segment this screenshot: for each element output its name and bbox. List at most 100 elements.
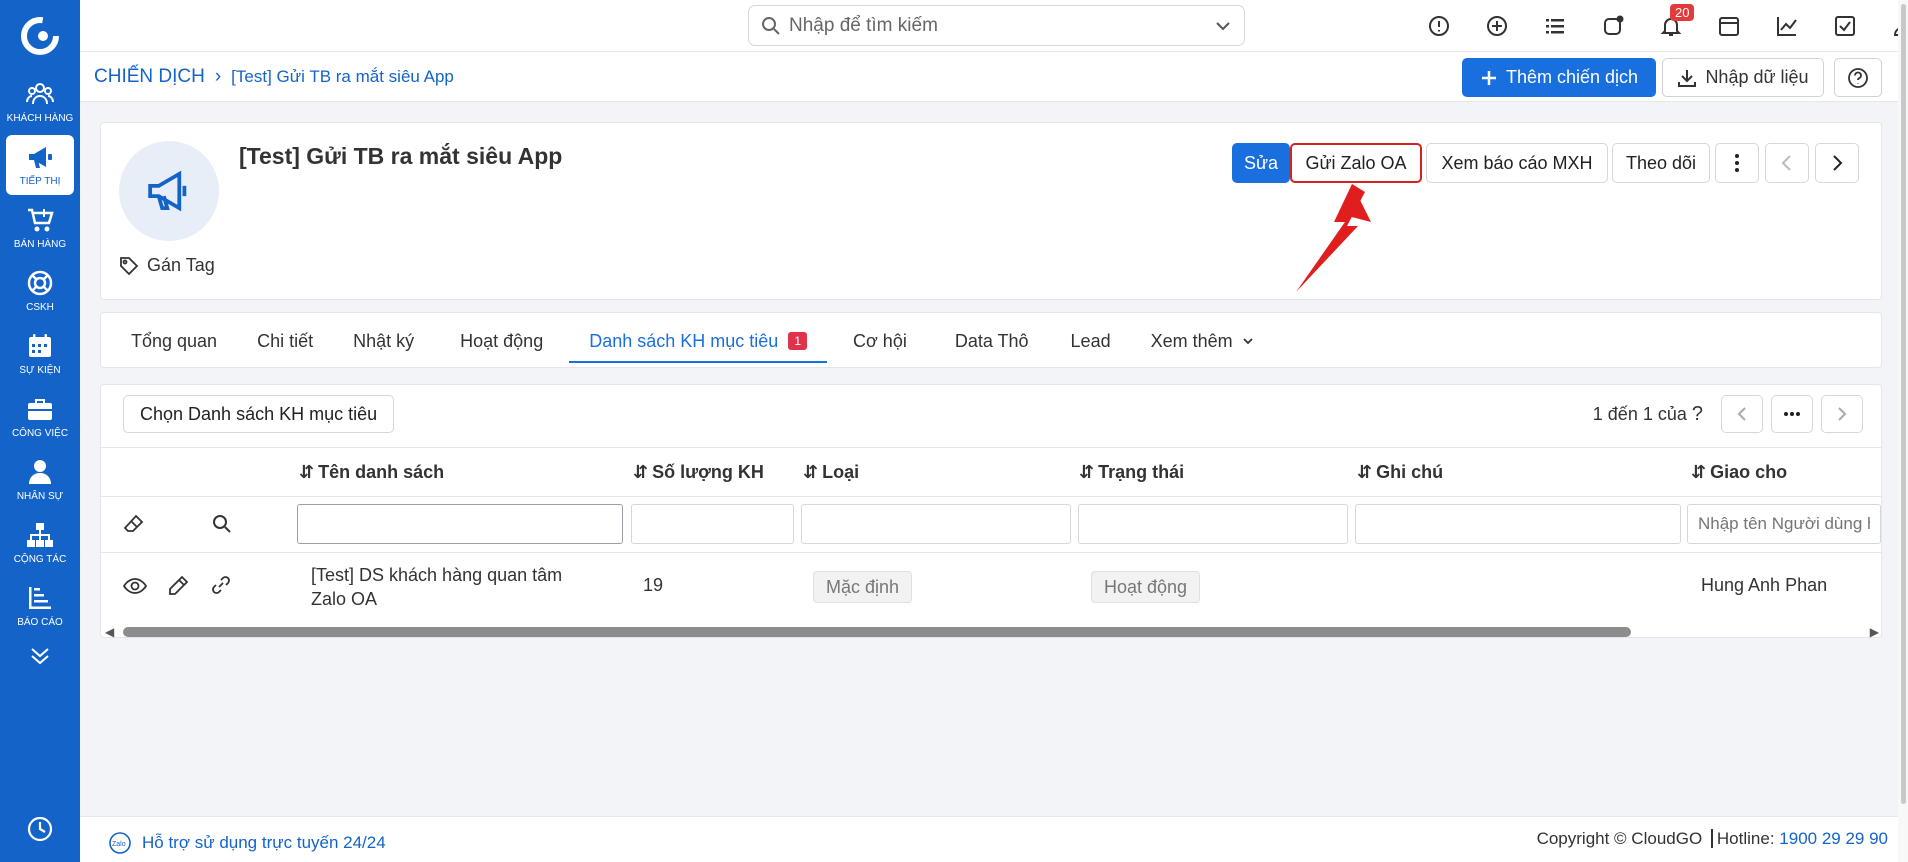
clock-icon [27, 816, 53, 842]
view-row-button[interactable] [122, 575, 148, 602]
tab-label: Chi tiết [257, 330, 314, 351]
sidebar-item-support[interactable]: CSKH [6, 261, 74, 321]
row-list-name[interactable]: [Test] DS khách hàng quan tâm Zalo OA [311, 563, 562, 611]
list-button[interactable] [1526, 0, 1584, 52]
filter-note-input[interactable] [1355, 504, 1681, 544]
follow-button[interactable]: Theo dõi [1612, 143, 1710, 183]
filter-assignee-input[interactable] [1687, 504, 1881, 544]
footer: Zalo Hỗ trợ sử dụng trực tuyến 24/24 Cop… [80, 816, 1908, 862]
filter-name-input[interactable] [297, 504, 623, 544]
search-input[interactable] [789, 14, 1214, 37]
search-filter-button[interactable] [211, 513, 233, 540]
sidebar-item-label: CỘNG TÁC [13, 554, 67, 565]
global-search[interactable] [748, 5, 1245, 46]
calendar-icon [1719, 17, 1739, 36]
clear-filter-button[interactable] [123, 513, 145, 540]
prev-record-button[interactable] [1765, 143, 1809, 183]
kebab-menu-icon [1735, 154, 1739, 172]
sort-icon: ⇵ [1691, 462, 1707, 482]
link-row-button[interactable] [211, 575, 231, 600]
edit-button[interactable]: Sửa [1232, 143, 1290, 183]
notifications-button[interactable]: 20 [1642, 0, 1700, 52]
pagination-total[interactable]: ? [1692, 403, 1703, 425]
checklist-button[interactable] [1816, 0, 1874, 52]
sidebar-item-label: BÁO CÁO [17, 617, 63, 628]
sort-icon: ⇵ [1357, 462, 1373, 482]
column-header-count[interactable]: ⇵ Số lượng KH [633, 462, 764, 483]
sidebar-item-hr[interactable]: NHÂN SỰ [6, 450, 74, 510]
sidebar-item-collab[interactable]: CỘNG TÁC [6, 513, 74, 573]
apps-button[interactable] [1584, 0, 1642, 52]
import-data-button[interactable]: Nhập dữ liệu [1662, 58, 1824, 97]
campaign-title: [Test] Gửi TB ra mắt siêu App [239, 143, 563, 169]
app-logo[interactable] [0, 0, 80, 72]
top-bar: 20 [80, 0, 1908, 52]
column-header-name[interactable]: ⇵ Tên danh sách [299, 462, 444, 483]
sidebar-item-marketing[interactable]: TIẾP THỊ [6, 135, 74, 195]
scrollbar-thumb[interactable] [123, 627, 1631, 637]
tab-more[interactable]: Xem thêm [1131, 313, 1275, 369]
sidebar-expand-button[interactable] [27, 643, 53, 674]
hotline-number[interactable]: 1900 29 29 90 [1779, 829, 1888, 848]
more-actions-button[interactable] [1715, 143, 1759, 183]
annotation-arrow-icon [1296, 184, 1371, 292]
breadcrumb-root[interactable]: CHIẾN DỊCH [94, 66, 205, 88]
tab-lead[interactable]: Lead [1051, 313, 1131, 369]
sidebar-item-tasks[interactable]: CÔNG VIỆC [6, 387, 74, 447]
tab-raw-data[interactable]: Data Thô [933, 313, 1051, 369]
chevron-down-icon[interactable] [1214, 17, 1232, 35]
choose-target-list-button[interactable]: Chọn Danh sách KH mục tiêu [123, 395, 395, 433]
vertical-scrollbar[interactable] [1898, 0, 1908, 862]
tab-activities[interactable]: Hoạt động [434, 313, 569, 369]
quick-add-button[interactable] [1468, 0, 1526, 52]
filter-count-input[interactable] [631, 504, 794, 544]
scroll-right-icon[interactable]: ▶ [1870, 625, 1879, 639]
sidebar-item-reports[interactable]: BÁO CÁO [6, 576, 74, 636]
filter-status-input[interactable] [1078, 504, 1348, 544]
scroll-left-icon[interactable]: ◀ [105, 625, 114, 639]
assign-tag-button[interactable]: Gán Tag [119, 255, 215, 276]
report-icon [29, 587, 51, 609]
tab-log[interactable]: Nhật ký [333, 313, 434, 369]
alert-button[interactable] [1410, 0, 1468, 52]
sidebar-item-label: CÔNG VIỆC [11, 428, 69, 439]
calendar-button[interactable] [1700, 0, 1758, 52]
table-row[interactable]: [Test] DS khách hàng quan tâm Zalo OA 19… [101, 553, 1881, 621]
edit-row-button[interactable] [167, 575, 189, 602]
column-header-label: Ghi chú [1376, 462, 1444, 482]
prev-page-button[interactable] [1721, 395, 1763, 433]
tab-target-list[interactable]: Danh sách KH mục tiêu 1 [569, 313, 827, 369]
vertical-scrollbar-thumb[interactable] [1901, 4, 1906, 804]
view-social-report-button[interactable]: Xem báo cáo MXH [1426, 143, 1608, 183]
history-button[interactable] [26, 815, 54, 848]
sidebar-item-customers[interactable]: KHÁCH HÀNG [6, 72, 74, 132]
support-link[interactable]: Zalo Hỗ trợ sử dụng trực tuyến 24/24 [108, 831, 386, 855]
tab-details[interactable]: Chi tiết [237, 313, 333, 369]
link-icon [212, 576, 230, 594]
breadcrumb-current[interactable]: [Test] Gửi TB ra mắt siêu App [231, 67, 454, 87]
next-record-button[interactable] [1815, 143, 1859, 183]
add-campaign-button[interactable]: Thêm chiến dịch [1462, 58, 1656, 97]
tab-count-badge: 1 [788, 332, 807, 350]
horizontal-scrollbar[interactable]: ◀ ▶ [105, 621, 1879, 641]
chevron-right-icon [1833, 155, 1843, 171]
filter-type-input[interactable] [801, 504, 1071, 544]
send-zalo-oa-button[interactable]: Gửi Zalo OA [1290, 143, 1422, 183]
help-button[interactable] [1834, 58, 1882, 97]
pagination-more-button[interactable] [1771, 395, 1813, 433]
tab-label: Nhật ký [353, 330, 415, 351]
column-header-assignee[interactable]: ⇵ Giao cho [1691, 462, 1787, 483]
column-header-note[interactable]: ⇵ Ghi chú [1357, 462, 1443, 483]
support-text: Hỗ trợ sử dụng trực tuyến 24/24 [142, 833, 386, 852]
analytics-button[interactable] [1758, 0, 1816, 52]
column-header-status[interactable]: ⇵ Trạng thái [1079, 462, 1184, 483]
tab-overview[interactable]: Tổng quan [111, 313, 237, 369]
row-count: 19 [643, 575, 664, 595]
next-page-button[interactable] [1821, 395, 1863, 433]
sidebar-item-sales[interactable]: BÁN HÀNG [6, 198, 74, 258]
sort-icon: ⇵ [299, 462, 315, 482]
column-header-type[interactable]: ⇵ Loại [803, 462, 859, 483]
sidebar-item-events[interactable]: SỰ KIỆN [6, 324, 74, 384]
tab-opportunities[interactable]: Cơ hội [827, 313, 933, 369]
campaign-header-card: [Test] Gửi TB ra mắt siêu App Gán Tag Sử… [100, 122, 1882, 300]
